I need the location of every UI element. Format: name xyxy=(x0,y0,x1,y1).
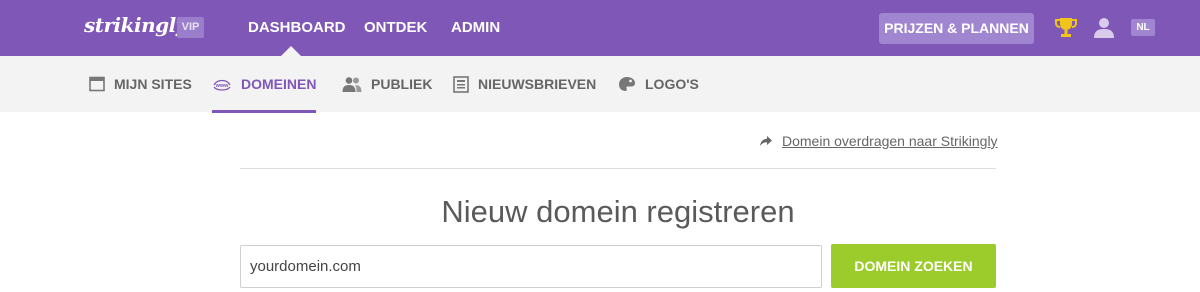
sub-navigation: MIJN SITES www DOMEINEN PUBLIEK NIEUWSBR… xyxy=(0,56,1200,112)
palette-icon xyxy=(619,77,635,91)
language-switcher[interactable]: NL xyxy=(1131,19,1155,36)
user-icon[interactable] xyxy=(1093,16,1115,38)
subnav-label: NIEUWSBRIEVEN xyxy=(478,76,597,92)
page-title: Nieuw domein registreren xyxy=(441,194,795,229)
subnav-label: MIJN SITES xyxy=(114,76,192,92)
browser-window-icon xyxy=(89,76,105,92)
active-nav-caret xyxy=(281,46,301,56)
active-tab-indicator xyxy=(212,110,316,113)
search-domain-button[interactable]: DOMEIN ZOEKEN xyxy=(831,244,996,288)
trophy-icon[interactable] xyxy=(1055,16,1077,40)
subnav-publiek[interactable]: PUBLIEK xyxy=(342,56,432,112)
subnav-label: LOGO'S xyxy=(645,76,699,92)
transfer-link-row: Domein overdragen naar Strikingly xyxy=(760,133,998,149)
subnav-label: DOMEINEN xyxy=(241,76,317,92)
subnav-logos[interactable]: LOGO'S xyxy=(618,56,699,112)
newsletter-icon xyxy=(453,75,469,93)
www-icon: www xyxy=(213,79,231,91)
people-icon xyxy=(342,77,362,92)
vip-badge: VIP xyxy=(177,17,204,38)
divider xyxy=(240,168,996,169)
nav-ontdek[interactable]: ONTDEK xyxy=(364,0,427,56)
svg-text:www: www xyxy=(215,83,230,89)
domain-search-input[interactable] xyxy=(240,245,822,288)
share-arrow-icon xyxy=(760,136,772,146)
top-bar: strikingly VIP DASHBOARD ONTDEK ADMIN PR… xyxy=(0,0,1200,56)
logo[interactable]: strikingly xyxy=(84,13,187,37)
subnav-mijn-sites[interactable]: MIJN SITES xyxy=(89,56,192,112)
transfer-domain-link[interactable]: Domein overdragen naar Strikingly xyxy=(782,133,998,149)
nav-admin[interactable]: ADMIN xyxy=(451,0,500,56)
subnav-domeinen[interactable]: www DOMEINEN xyxy=(212,56,316,112)
subnav-label: PUBLIEK xyxy=(371,76,433,92)
subnav-nieuwsbrieven[interactable]: NIEUWSBRIEVEN xyxy=(453,56,596,112)
pricing-button[interactable]: PRIJZEN & PLANNEN xyxy=(879,13,1034,44)
